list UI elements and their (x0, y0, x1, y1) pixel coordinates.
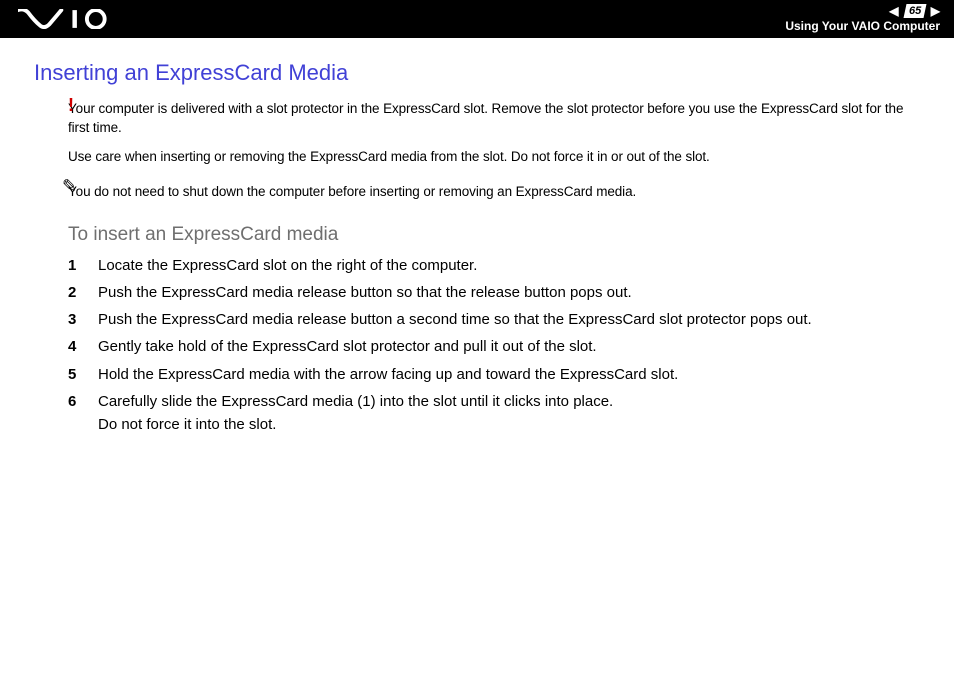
list-item: 1Locate the ExpressCard slot on the righ… (68, 254, 926, 277)
step-text: Locate the ExpressCard slot on the right… (98, 254, 926, 277)
warning-block: ! Your computer is delivered with a slot… (34, 100, 926, 167)
page-number-badge: 65 (903, 4, 926, 18)
warning-text-2: Use care when inserting or removing the … (68, 148, 926, 167)
step-text: Hold the ExpressCard media with the arro… (98, 363, 926, 386)
step-number: 4 (68, 335, 98, 358)
step-text: Push the ExpressCard media release butto… (98, 308, 926, 331)
page-title: Inserting an ExpressCard Media (34, 60, 926, 86)
page-content: Inserting an ExpressCard Media ! Your co… (0, 38, 954, 436)
step-number: 2 (68, 281, 98, 304)
list-item: 3Push the ExpressCard media release butt… (68, 308, 926, 331)
tip-text: You do not need to shut down the compute… (68, 183, 926, 202)
step-text: Carefully slide the ExpressCard media (1… (98, 390, 926, 437)
vaio-logo-svg (18, 9, 129, 29)
step-number: 3 (68, 308, 98, 331)
step-number: 5 (68, 363, 98, 386)
list-item: 5Hold the ExpressCard media with the arr… (68, 363, 926, 386)
exclamation-icon: ! (68, 96, 74, 114)
list-item: 2Push the ExpressCard media release butt… (68, 281, 926, 304)
list-item: 6Carefully slide the ExpressCard media (… (68, 390, 926, 437)
steps-list: 1Locate the ExpressCard slot on the righ… (68, 254, 926, 437)
page-nav: ◀ 65 ▶ (889, 4, 940, 18)
sub-heading: To insert an ExpressCard media (68, 224, 926, 246)
next-arrow-icon[interactable]: ▶ (931, 5, 940, 17)
vaio-logo (18, 0, 129, 38)
tip-block: ✎ You do not need to shut down the compu… (34, 183, 926, 202)
header-right: ◀ 65 ▶ Using Your VAIO Computer (785, 4, 940, 33)
warning-text-1: Your computer is delivered with a slot p… (68, 100, 926, 138)
step-number: 6 (68, 390, 98, 413)
step-number: 1 (68, 254, 98, 277)
list-item: 4Gently take hold of the ExpressCard slo… (68, 335, 926, 358)
step-text: Push the ExpressCard media release butto… (98, 281, 926, 304)
step-text: Gently take hold of the ExpressCard slot… (98, 335, 926, 358)
prev-arrow-icon[interactable]: ◀ (889, 5, 898, 17)
pencil-icon: ✎ (62, 177, 77, 195)
header-section-label: Using Your VAIO Computer (785, 20, 940, 33)
header-bar: ◀ 65 ▶ Using Your VAIO Computer (0, 0, 954, 38)
